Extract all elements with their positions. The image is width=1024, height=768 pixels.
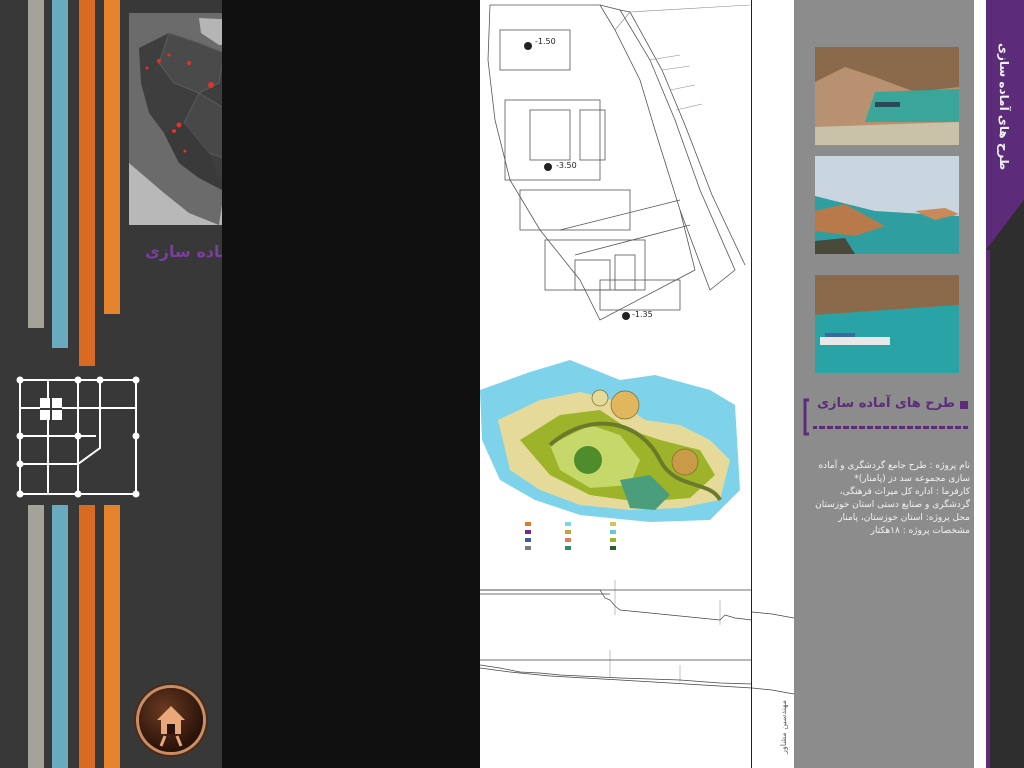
level-bottom: -1.35 [632,310,653,319]
drawing-sheet: -1.50 -3.50 -1.35 [480,0,752,768]
stripe-orange2-top [104,0,120,314]
project-details: نام پروژه : طرح جامع گردشگری و آماده ساز… [800,460,970,538]
sections [480,580,752,689]
drawing-sheet-strip [752,0,794,768]
lake-photo-2 [815,156,959,254]
stripe-orange-top [79,0,95,366]
floor-plan: -1.50 -3.50 -1.35 [487,4,751,321]
stripe-gray-top [28,0,44,328]
lake-photo-1 [815,47,959,145]
edge-title: طرح های آماده سازی [997,42,1011,170]
stripe-orange2-bottom [104,505,120,768]
panel-heading: طرح های آماده سازی [817,396,955,411]
home-icon [157,706,185,747]
lake-photo-3 [815,275,959,373]
stripe-gray-bottom [28,505,44,768]
stripe-orange-bottom [79,505,95,768]
edge-white-strip [974,0,986,768]
site-plan [480,360,740,550]
level-top: -1.50 [535,37,556,46]
project-specs: مشخصات پروژه : ۱۸هکتار [870,526,970,536]
project-name: نام پروژه : طرح جامع گردشگری و آماده ساز… [818,461,970,484]
stripe-blue-top [52,0,68,348]
level-mid: -3.50 [556,161,577,170]
home-button[interactable] [139,688,203,752]
grid-logo-icon [16,376,140,498]
center-background [222,0,480,768]
project-client: کارفرما : اداره کل میراث فرهنگی، گردشگری… [815,487,970,510]
stripe-blue-bottom [52,505,68,768]
credit-text: مهندسین مشاور [779,700,788,754]
project-location: محل پروژه: استان خوزستان، پامنار [838,513,970,523]
